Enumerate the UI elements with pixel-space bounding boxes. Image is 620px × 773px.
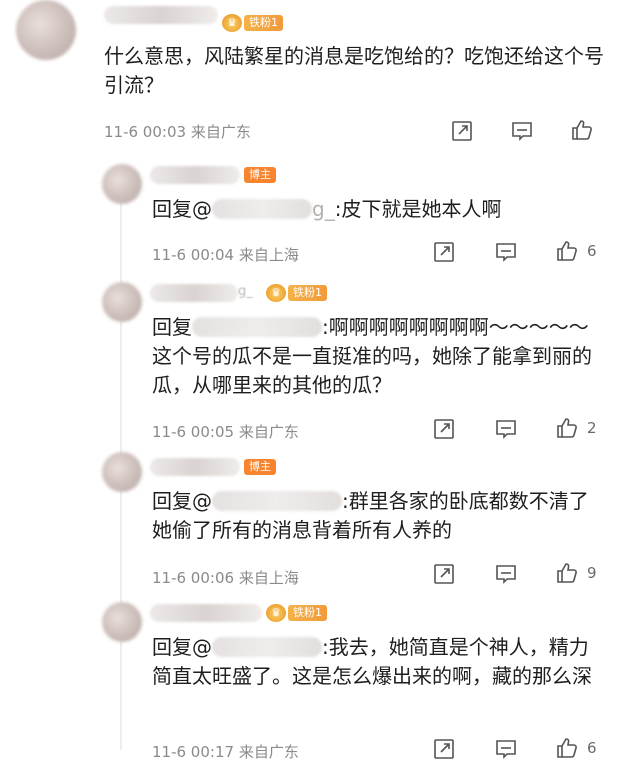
reply-text: 回复@:群里各家的卧底都数不清了她偷了所有的消息背着所有人养的: [152, 489, 589, 542]
avatar[interactable]: [102, 164, 142, 204]
share-icon: [434, 564, 454, 584]
comment-icon: [496, 243, 516, 262]
fan-badge: ♛ 铁粉1: [266, 604, 327, 622]
like-icon: [557, 738, 577, 758]
reply-meta: 11-6 00:04 来自上海: [152, 246, 299, 264]
username-blurred[interactable]: [150, 604, 262, 622]
reply-item: ♛ 铁粉1 回复@:我去，她简直是个神人，精力简直太旺盛了。这是怎么爆出来的啊，…: [0, 598, 620, 773]
username-blurred[interactable]: [150, 458, 240, 476]
crown-icon: ♛: [222, 14, 242, 32]
username-tail: g_: [238, 284, 253, 299]
comment-button[interactable]: [510, 119, 534, 143]
share-button[interactable]: [432, 737, 456, 761]
crown-icon: ♛: [266, 604, 286, 622]
reply-text: 回复:啊啊啊啊啊啊啊啊～～～～～这个号的瓜不是一直挺准的吗，她除了能拿到丽的瓜，…: [152, 315, 592, 397]
comment-location: 来自广东: [190, 123, 251, 141]
share-button[interactable]: [432, 240, 456, 264]
comment-time: 11-6 00:03: [104, 123, 187, 141]
like-icon: [572, 120, 592, 140]
like-count: 6: [587, 242, 597, 260]
fan-badge: ♛ 铁粉1: [266, 284, 327, 302]
mention-blurred[interactable]: [192, 317, 322, 337]
mention-blurred[interactable]: [212, 491, 342, 511]
like-button[interactable]: [555, 239, 579, 263]
comment-main: ♛ 铁粉1 什么意思，风陆繁星的消息是吃饱给的？吃饱还给这个号引流？ 11-6 …: [0, 0, 620, 150]
mention-blurred[interactable]: [212, 199, 312, 219]
blogger-badge: 博主: [244, 458, 276, 476]
comment-text: 什么意思，风陆繁星的消息是吃饱给的？吃饱还给这个号引流？: [104, 44, 604, 97]
like-icon: [557, 241, 577, 261]
share-button[interactable]: [432, 417, 456, 441]
reply-text: 回复@ g_:皮下就是她本人啊: [152, 197, 502, 221]
share-icon: [434, 739, 454, 759]
avatar[interactable]: [16, 0, 76, 60]
share-icon: [434, 419, 454, 439]
fan-badge: ♛ 铁粉1: [222, 14, 283, 32]
like-button[interactable]: [570, 118, 594, 142]
username-blurred[interactable]: [104, 6, 218, 24]
mention-blurred[interactable]: [212, 637, 322, 657]
comment-icon: [496, 565, 516, 584]
username-blurred[interactable]: [150, 166, 240, 184]
mention-tail: g_: [312, 197, 335, 221]
blogger-badge: 博主: [244, 166, 276, 184]
like-count: 6: [587, 739, 597, 757]
avatar[interactable]: [102, 452, 142, 492]
comment-icon: [512, 122, 532, 141]
reply-meta: 11-6 00:06 来自上海: [152, 569, 299, 587]
like-count: 9: [587, 564, 597, 582]
reply-item: 博主 回复@:群里各家的卧底都数不清了她偷了所有的消息背着所有人养的 11-6 …: [0, 450, 620, 595]
comment-meta: 11-6 00:03 来自广东: [104, 121, 251, 142]
comment-button[interactable]: [494, 240, 518, 264]
comment-button[interactable]: [494, 737, 518, 761]
comment-icon: [496, 420, 516, 439]
like-count: 2: [587, 419, 597, 437]
username-blurred[interactable]: [150, 284, 238, 302]
reply-item: g_ ♛ 铁粉1 回复:啊啊啊啊啊啊啊啊～～～～～这个号的瓜不是一直挺准的吗，她…: [0, 280, 620, 450]
like-icon: [557, 418, 577, 438]
comment-button[interactable]: [494, 562, 518, 586]
comment-icon: [496, 740, 516, 759]
like-button[interactable]: [555, 736, 579, 760]
reply-item: 博主 回复@ g_:皮下就是她本人啊 11-6 00:04 来自上海 6: [0, 160, 620, 270]
like-button[interactable]: [555, 416, 579, 440]
reply-text: 回复@:我去，她简直是个神人，精力简直太旺盛了。这是怎么爆出来的啊，藏的那么深: [152, 635, 592, 688]
avatar[interactable]: [102, 282, 142, 322]
share-button[interactable]: [450, 119, 474, 143]
comment-button[interactable]: [494, 417, 518, 441]
like-button[interactable]: [555, 561, 579, 585]
avatar[interactable]: [102, 602, 142, 642]
reply-meta: 11-6 00:05 来自广东: [152, 423, 299, 441]
share-icon: [452, 121, 472, 141]
share-button[interactable]: [432, 562, 456, 586]
like-icon: [557, 563, 577, 583]
reply-meta: 11-6 00:17 来自广东: [152, 743, 299, 761]
crown-icon: ♛: [266, 284, 286, 302]
share-icon: [434, 242, 454, 262]
